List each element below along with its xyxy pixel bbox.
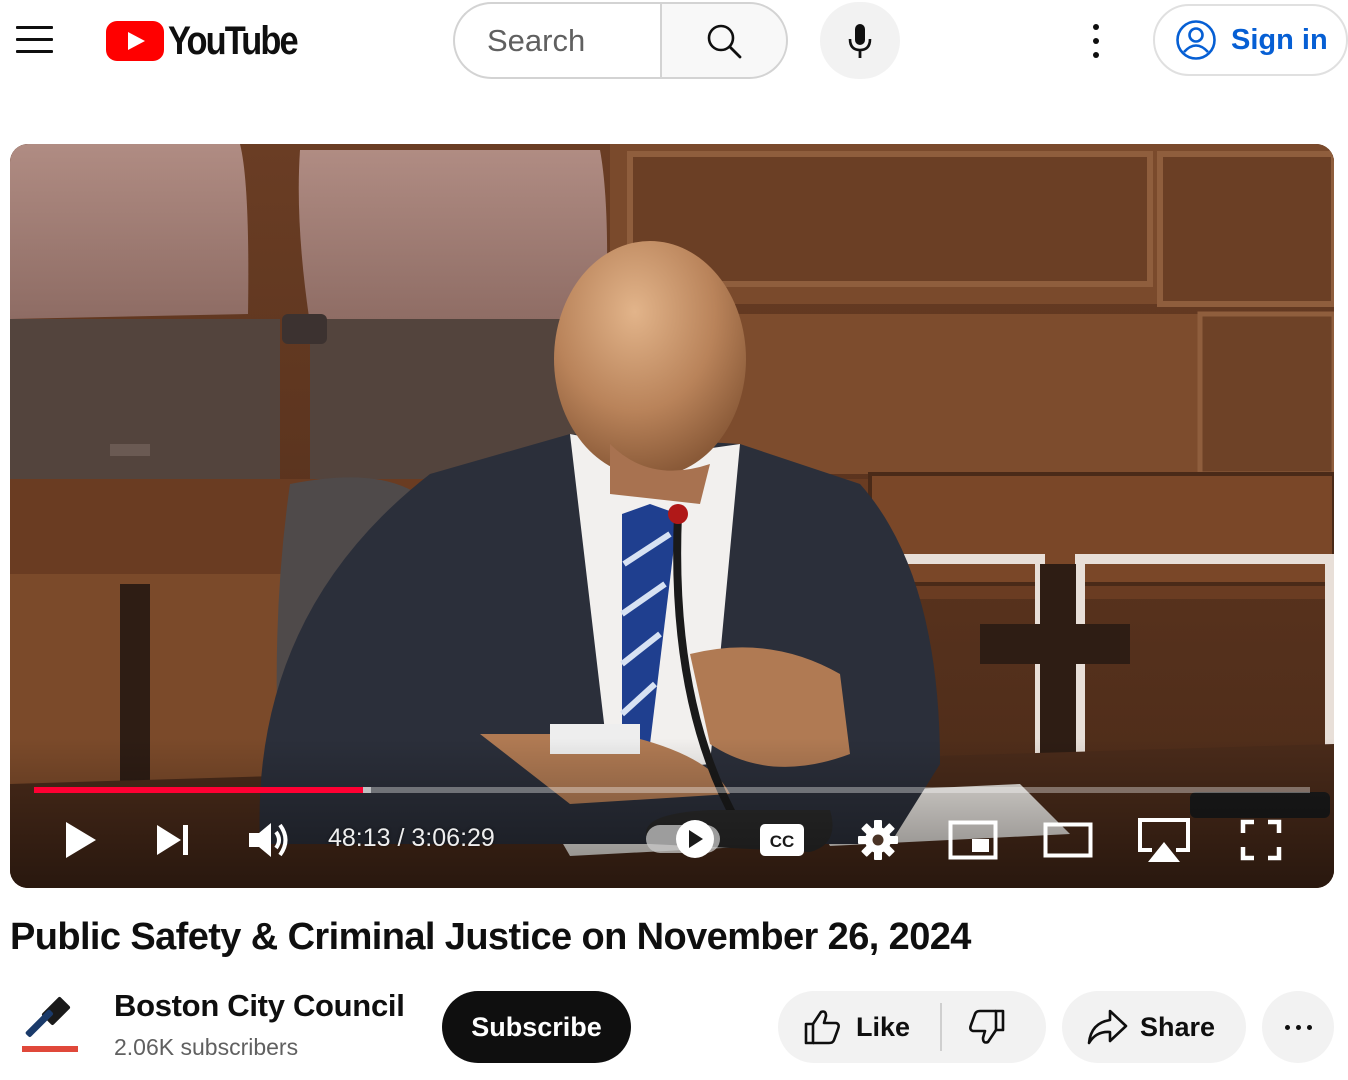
time-separator: / xyxy=(390,824,412,852)
settings-button[interactable] xyxy=(854,812,902,868)
theater-mode-button[interactable] xyxy=(1042,812,1094,868)
volume-icon xyxy=(249,823,288,857)
captions-button[interactable]: CC xyxy=(759,812,805,868)
more-vert-icon[interactable] xyxy=(1079,20,1113,62)
next-button[interactable] xyxy=(152,812,194,868)
mute-button[interactable] xyxy=(246,812,292,868)
sign-in-button[interactable]: Sign in xyxy=(1153,4,1348,76)
progress-bar[interactable] xyxy=(34,787,1310,793)
gavel-icon xyxy=(22,996,78,1052)
search-input[interactable]: Search xyxy=(453,2,661,79)
thumbs-up-icon xyxy=(804,1010,840,1045)
miniplayer-icon xyxy=(948,820,998,860)
next-icon xyxy=(157,825,188,855)
more-horiz-icon xyxy=(1284,1024,1290,1030)
progress-played xyxy=(34,787,363,793)
fullscreen-icon xyxy=(1240,819,1282,861)
captions-icon: CC xyxy=(760,824,804,856)
channel-name[interactable]: Boston City Council xyxy=(114,988,405,1024)
share-icon xyxy=(1087,1009,1128,1045)
play-icon xyxy=(66,822,96,858)
like-button[interactable]: Like xyxy=(778,991,941,1063)
youtube-play-logo-icon xyxy=(106,21,164,61)
autoplay-toggle-icon[interactable] xyxy=(676,820,714,858)
airplay-icon xyxy=(1138,818,1190,862)
search-button[interactable] xyxy=(660,2,788,79)
account-icon xyxy=(1176,20,1216,60)
theater-mode-icon xyxy=(1043,822,1093,858)
airplay-button[interactable] xyxy=(1136,812,1192,868)
time-display: 48:13 / 3:06:29 xyxy=(328,824,495,853)
miniplayer-button[interactable] xyxy=(947,812,999,868)
dislike-button[interactable] xyxy=(942,991,1046,1063)
subscribe-button[interactable]: Subscribe xyxy=(442,991,631,1063)
thumbs-down-icon xyxy=(969,1009,1005,1044)
search-icon xyxy=(707,24,742,58)
like-dislike-group: Like xyxy=(778,991,1046,1063)
share-label: Share xyxy=(1140,1011,1216,1042)
settings-icon xyxy=(858,820,898,860)
play-button[interactable] xyxy=(60,812,102,868)
fullscreen-button[interactable] xyxy=(1238,812,1284,868)
logo-text: YouTube xyxy=(168,18,299,63)
time-total: 3:06:29 xyxy=(411,824,495,852)
like-label: Like xyxy=(856,1011,911,1042)
subscriber-count: 2.06K subscribers xyxy=(114,1034,299,1060)
channel-avatar[interactable] xyxy=(18,988,84,1058)
video-title: Public Safety & Criminal Justice on Nove… xyxy=(10,916,971,958)
youtube-logo[interactable]: YouTube xyxy=(106,18,318,63)
masthead: YouTube Search Sign in xyxy=(0,0,1348,84)
voice-search-button[interactable] xyxy=(820,2,900,79)
search-placeholder: Search xyxy=(487,22,586,58)
menu-icon[interactable] xyxy=(16,24,53,54)
cc-label: CC xyxy=(770,832,795,851)
share-button[interactable]: Share xyxy=(1062,991,1246,1063)
more-actions-button[interactable] xyxy=(1262,991,1334,1063)
video-player[interactable]: 48:13 / 3:06:29 CC xyxy=(10,144,1334,888)
microphone-icon xyxy=(848,23,872,58)
sign-in-label: Sign in xyxy=(1231,23,1328,56)
time-current: 48:13 xyxy=(328,824,391,852)
